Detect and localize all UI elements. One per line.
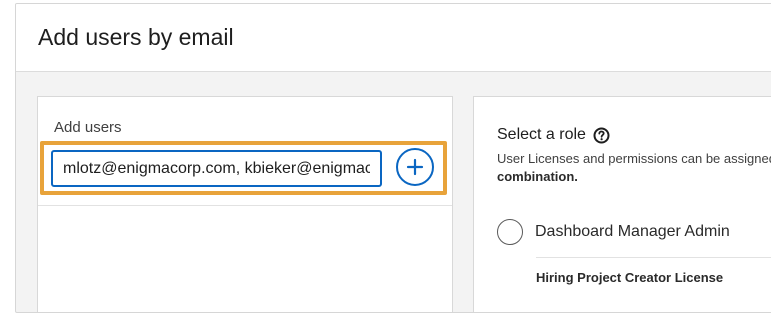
role-radio[interactable]	[497, 219, 523, 245]
role-heading: Select a role	[497, 126, 610, 144]
role-option-label: Dashboard Manager Admin	[535, 223, 730, 240]
add-users-label: Add users	[54, 119, 122, 136]
add-users-panel: Add users	[37, 96, 453, 312]
role-heading-text: Select a role	[497, 126, 586, 143]
input-row-highlight	[40, 141, 447, 195]
users-divider	[38, 205, 452, 206]
dialog-title: Add users by email	[38, 24, 234, 50]
role-description: User Licenses and permissions can be ass…	[497, 150, 771, 186]
role-divider	[536, 257, 771, 258]
question-circle-icon[interactable]	[593, 127, 610, 144]
plus-icon	[406, 158, 424, 176]
add-user-button[interactable]	[396, 148, 434, 186]
role-description-line2: combination.	[497, 169, 578, 184]
add-users-dialog: Add users by email Add users Select a ro…	[15, 3, 771, 313]
email-input[interactable]	[51, 150, 382, 187]
role-option-dashboard-manager-admin[interactable]: Dashboard Manager Admin	[497, 219, 730, 245]
select-role-panel: Select a role User Licenses and permissi…	[473, 96, 771, 312]
license-label: Hiring Project Creator License	[536, 270, 724, 285]
dialog-header: Add users by email	[16, 4, 771, 72]
role-description-line1: User Licenses and permissions can be ass…	[497, 151, 771, 166]
